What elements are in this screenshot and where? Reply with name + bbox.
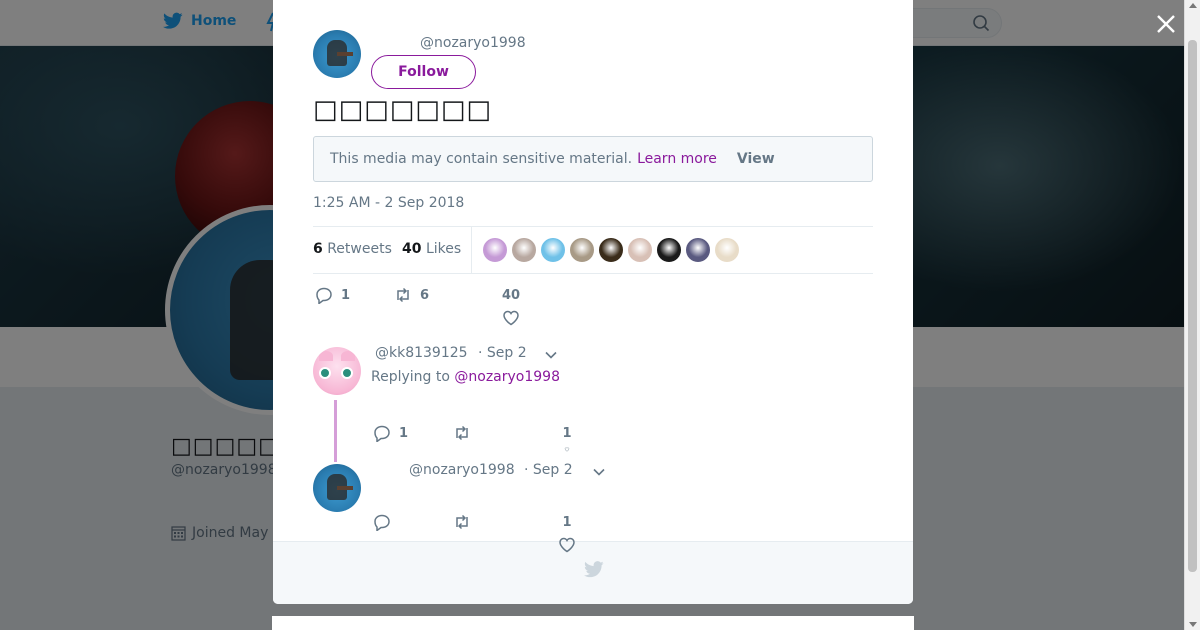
retweets-label: Retweets [327, 241, 392, 257]
learn-more-link[interactable]: Learn more [637, 151, 717, 167]
twitter-bird-icon[interactable] [584, 561, 604, 578]
reply-count: 1 [341, 287, 351, 303]
reply-avatar-kk8139125[interactable] [313, 347, 361, 395]
view-media-button[interactable]: View [737, 151, 775, 167]
replying-to-label: Replying to [371, 369, 450, 385]
liker-avatar-7[interactable] [657, 238, 681, 262]
retweet-icon [397, 287, 409, 303]
modal-footer [273, 541, 913, 604]
chevron-down-icon[interactable] [593, 468, 605, 476]
scroll-thumb[interactable] [1188, 40, 1197, 572]
retweet-action[interactable]: 6 [394, 286, 429, 304]
heart-icon [564, 447, 570, 452]
reply-handle[interactable]: @nozaryo1998 [409, 462, 515, 478]
reply-1-like-action[interactable]: 1 [558, 426, 576, 452]
reply-2-like-count: 1 [562, 515, 572, 530]
liker-avatar-9[interactable] [715, 238, 739, 262]
thread-connector-line [334, 400, 337, 462]
author-handle[interactable]: @nozaryo1998 [420, 35, 526, 51]
next-tweet-preview [272, 616, 914, 630]
retweets-stat[interactable]: 6 Retweets [313, 241, 392, 257]
close-icon[interactable] [1155, 13, 1177, 35]
reply-2-reply-action[interactable] [373, 513, 391, 531]
retweet-count: 6 [420, 287, 430, 303]
like-action[interactable]: 40 [502, 288, 520, 327]
heart-icon [503, 310, 519, 326]
liker-avatar-5[interactable] [599, 238, 623, 262]
reply-date[interactable]: · Sep 2 [478, 345, 527, 361]
replying-to: Replying to @nozaryo1998 [371, 369, 560, 385]
retweet-icon [456, 514, 468, 530]
likers-avatar-row [483, 238, 739, 262]
reply-icon [374, 425, 390, 442]
liker-avatar-3[interactable] [541, 238, 565, 262]
liker-avatar-8[interactable] [686, 238, 710, 262]
reply-action[interactable]: 1 [315, 286, 350, 304]
tweet-stats: 6 Retweets 40 Likes [313, 226, 873, 274]
sensitive-notice-text: This media may contain sensitive materia… [330, 151, 633, 167]
liker-avatar-2[interactable] [512, 238, 536, 262]
reply-1-reply-action[interactable]: 1 [373, 424, 408, 442]
scroll-down-arrow-icon[interactable] [1189, 622, 1197, 627]
replying-to-mention[interactable]: @nozaryo1998 [454, 369, 560, 385]
chevron-down-icon[interactable] [545, 351, 557, 359]
liker-avatar-1[interactable] [483, 238, 507, 262]
tweet-modal: @nozaryo1998 Follow □□□□□□□ This media m… [273, 0, 913, 604]
author-avatar[interactable] [313, 30, 361, 78]
sensitive-media-notice: This media may contain sensitive materia… [313, 136, 873, 182]
reply-2-retweet-action[interactable] [453, 513, 471, 531]
page-scrollbar[interactable] [1184, 0, 1200, 630]
reply-handle[interactable]: @kk8139125 [375, 345, 468, 361]
likes-stat[interactable]: 40 Likes [402, 241, 461, 257]
follow-button[interactable]: Follow [371, 55, 476, 89]
tweet-text: □□□□□□□ [313, 95, 492, 125]
reply-1-retweet-action[interactable] [453, 424, 471, 442]
retweet-icon [456, 425, 468, 441]
reply-1-reply-count: 1 [399, 425, 409, 441]
heart-icon [559, 537, 575, 553]
likes-count: 40 [402, 241, 422, 257]
reply-1-like-count: 1 [562, 426, 572, 441]
likes-label: Likes [425, 241, 462, 257]
reply-avatar-nozaryo1998[interactable] [313, 464, 361, 512]
reply-date[interactable]: · Sep 2 [524, 462, 573, 478]
liker-avatar-4[interactable] [570, 238, 594, 262]
reply-icon [316, 287, 332, 304]
reply-icon [374, 514, 390, 531]
scroll-up-arrow-icon[interactable] [1189, 3, 1197, 8]
retweets-count: 6 [313, 241, 323, 257]
tweet-timestamp[interactable]: 1:25 AM - 2 Sep 2018 [313, 195, 464, 211]
stats-divider [471, 227, 472, 273]
reply-2-like-action[interactable]: 1 [558, 515, 576, 554]
like-count: 40 [502, 288, 521, 303]
liker-avatar-6[interactable] [628, 238, 652, 262]
